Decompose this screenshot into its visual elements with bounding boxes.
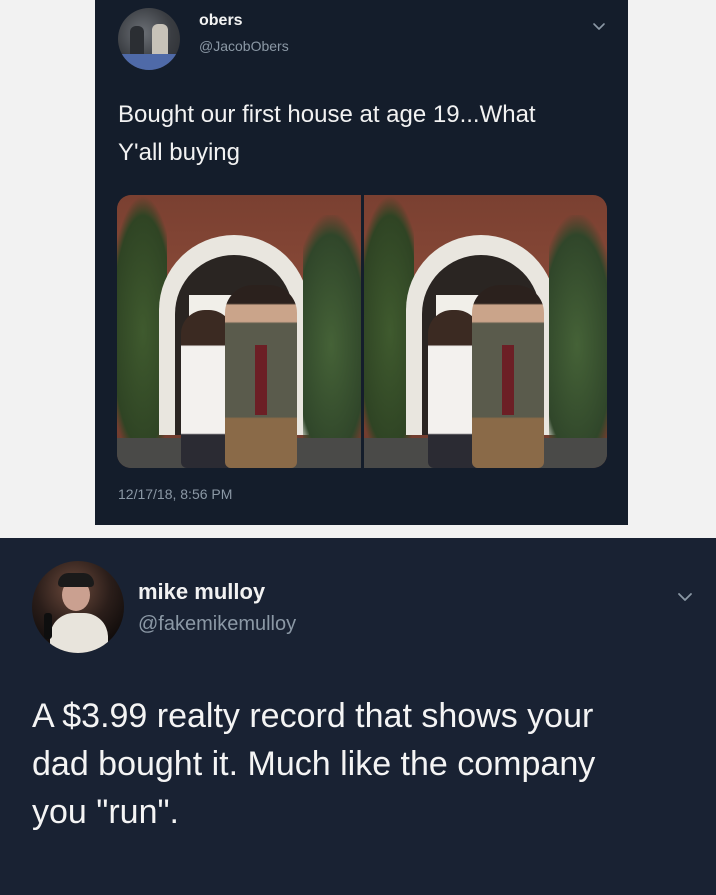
original-tweet-card: obers @JacobObers Bought our first house…: [95, 0, 628, 525]
tweet-media-gallery: [117, 195, 607, 468]
ivy: [302, 215, 361, 468]
avatar-figure-left: [130, 26, 144, 56]
ivy: [549, 215, 607, 468]
avatar-body: [50, 613, 108, 653]
tweet-text-line: dad bought it. Much like the company: [32, 745, 596, 783]
tweet-text-line: Y'all buying: [118, 139, 240, 166]
avatar-microphone: [44, 613, 52, 639]
tweet-photo[interactable]: [117, 195, 361, 468]
profile-avatar[interactable]: [118, 8, 180, 70]
chevron-down-icon[interactable]: [676, 588, 694, 606]
shirt: [255, 345, 267, 415]
avatar-figure-right: [152, 24, 168, 56]
tweet-text-line: A $3.99 realty record that shows your: [32, 697, 594, 735]
tweet-timestamp[interactable]: 12/17/18, 8:56 PM: [118, 486, 232, 502]
user-handle[interactable]: @JacobObers: [199, 38, 289, 54]
reply-tweet-card: mike mulloy @fakemikemulloy A $3.99 real…: [0, 538, 716, 895]
tweet-photo[interactable]: [363, 195, 607, 468]
tweet-text: A $3.99 realty record that shows your da…: [32, 692, 692, 836]
display-name[interactable]: mike mulloy: [138, 579, 265, 605]
shirt: [501, 345, 514, 415]
tweet-text: Bought our first house at age 19...What …: [118, 96, 608, 172]
tweet-text-line: you "run".: [32, 793, 179, 831]
avatar-desk: [118, 54, 180, 70]
user-handle[interactable]: @fakemikemulloy: [138, 613, 296, 636]
avatar-cap: [58, 573, 94, 587]
chevron-down-icon[interactable]: [592, 20, 606, 34]
tweet-text-line: Bought our first house at age 19...What: [118, 101, 536, 128]
display-name[interactable]: obers: [199, 12, 243, 30]
profile-avatar[interactable]: [32, 561, 124, 653]
